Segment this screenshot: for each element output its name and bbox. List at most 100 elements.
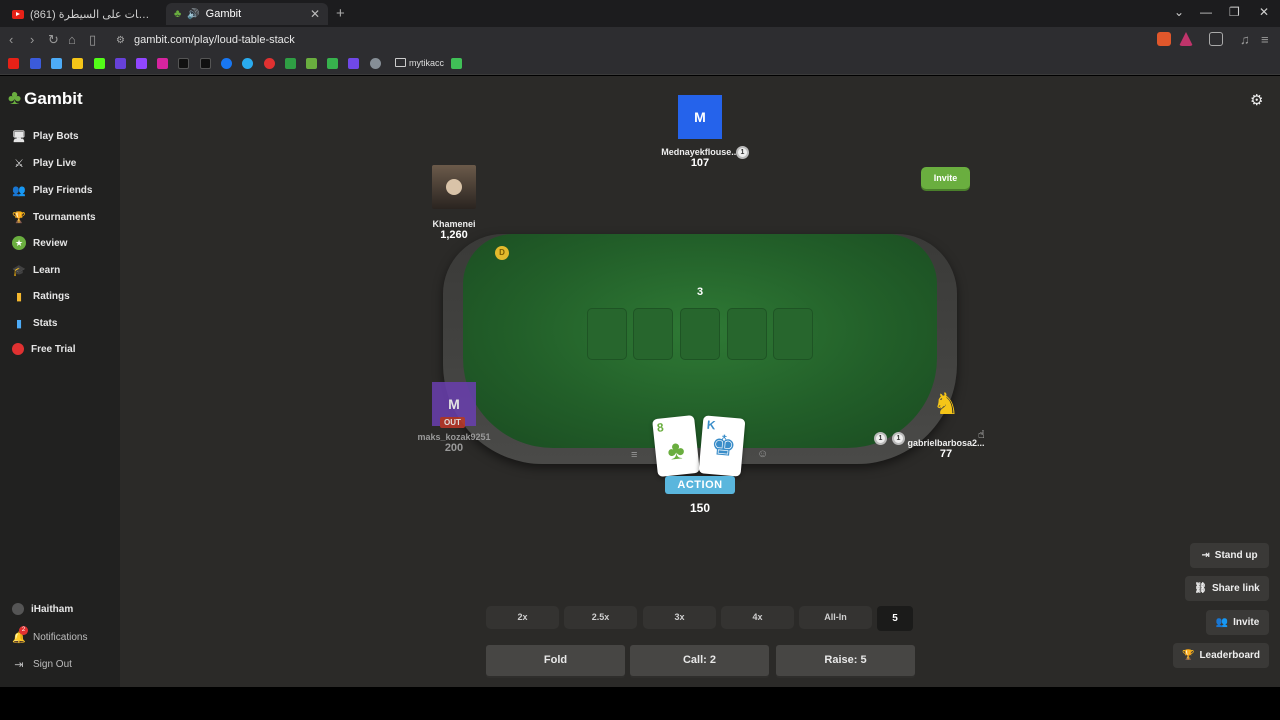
sidebar-toggle-icon[interactable] — [1209, 32, 1223, 46]
avatar-letter: M — [448, 396, 460, 412]
bet-preset-2x[interactable]: 2x — [486, 606, 559, 629]
browser-tab-youtube[interactable]: (861) أكثر حلقة خرجات على السيطرة — [4, 3, 162, 25]
new-tab-button[interactable]: + — [336, 5, 345, 22]
player-stack: 1,260 — [440, 229, 468, 241]
reload-icon[interactable]: ↻ — [48, 32, 59, 48]
bookmark-instagram-icon[interactable] — [157, 58, 168, 69]
bookmark-signal-icon[interactable] — [451, 58, 462, 69]
avatar-letter: M — [694, 109, 706, 125]
bookmark-youtube-icon[interactable] — [8, 58, 19, 69]
sidebar-item-learn[interactable]: 🎓 Learn — [12, 263, 60, 277]
settings-gear-icon[interactable]: ⚙ — [1250, 91, 1263, 109]
home-icon[interactable]: ⌂ — [68, 32, 76, 47]
browser-tab-gambit[interactable]: ♣ 🔊 Gambit ✕ — [166, 3, 328, 25]
brave-rewards-icon[interactable] — [1179, 32, 1193, 46]
minimize-icon[interactable]: — — [1200, 5, 1212, 19]
tab-title: (861) أكثر حلقة خرجات على السيطرة — [30, 8, 154, 21]
sidebar-item-play-friends[interactable]: 👥 Play Friends — [12, 183, 92, 197]
url-field[interactable]: gambit.com/play/loud-table-stack — [134, 34, 295, 46]
close-tab-icon[interactable]: ✕ — [310, 7, 320, 21]
bookmark-folder-label[interactable]: mytikacc — [409, 58, 444, 68]
clover-icon: ♣ — [174, 8, 182, 20]
bookmark-purple-icon[interactable] — [115, 58, 126, 69]
bet-preset-4x[interactable]: 4x — [721, 606, 794, 629]
media-icon[interactable]: ♫ — [1240, 32, 1250, 47]
sidebar-item-play-live[interactable]: ⚔ Play Live — [12, 156, 76, 170]
bookmark-arrow-icon[interactable] — [30, 58, 41, 69]
bet-preset-2-5x[interactable]: 2.5x — [564, 606, 637, 629]
address-bar: ‹ › ↻ ⌂ ▯ ⚙ gambit.com/play/loud-table-s… — [0, 27, 1280, 53]
avatar: M — [678, 95, 722, 139]
sidebar-item-ratings[interactable]: ▮ Ratings — [12, 289, 70, 303]
seat-left-bottom[interactable]: M OUT maks_kozak9251 200 — [409, 382, 499, 454]
sidebar-user[interactable]: iHaitham — [12, 603, 73, 615]
bet-chip-icon: 1 — [892, 432, 905, 445]
maximize-icon[interactable]: ❐ — [1229, 5, 1240, 19]
bet-preset-all-in[interactable]: All-In — [799, 606, 872, 629]
seat-right[interactable]: ♞ gabrielbarbosa2... 77 — [896, 382, 996, 461]
bookmark-globe-icon[interactable] — [370, 58, 381, 69]
sidebar-item-label: Review — [33, 237, 68, 249]
hero-stack: 150 — [689, 501, 711, 515]
invite-seat-button[interactable]: Invite — [921, 167, 970, 189]
bet-preset-3x[interactable]: 3x — [643, 606, 716, 629]
sidebar-signout[interactable]: ⇥ Sign Out — [12, 657, 72, 671]
seat-top[interactable]: M Mednayekflouse... 107 — [650, 95, 750, 169]
bet-amount-input[interactable]: 5 — [877, 606, 913, 631]
fold-button[interactable]: Fold — [486, 645, 625, 676]
bookmark-red-icon[interactable] — [264, 58, 275, 69]
swords-icon: ⚔ — [14, 157, 24, 170]
bookmark-telegram-icon[interactable] — [242, 58, 253, 69]
sidebar-item-play-bots[interactable]: 🖥 Play Bots — [12, 129, 79, 143]
sidebar-item-label: Learn — [33, 264, 61, 276]
site-info-icon[interactable]: ⚙ — [116, 35, 125, 46]
leaderboard-button[interactable]: 🏆 Leaderboard — [1173, 643, 1269, 668]
sidebar-item-label: Free Trial — [31, 343, 76, 355]
bell-icon: 🔔 2 — [12, 626, 28, 644]
bookmark-violet-icon[interactable] — [348, 58, 359, 69]
sidebar-item-label: Stats — [33, 317, 58, 329]
bookmark-icon[interactable]: ▯ — [89, 32, 96, 48]
board-card-slot — [633, 308, 673, 360]
back-icon[interactable]: ‹ — [9, 32, 13, 47]
gambit-app: ♣ Gambit 🖥 Play Bots ⚔ Play Live 👥 Play … — [0, 76, 1280, 687]
bookmarks-bar: mytikacc — [0, 53, 1280, 75]
forward-icon[interactable]: › — [30, 32, 34, 47]
invite-button[interactable]: 👥 Invite — [1206, 610, 1269, 635]
bookmark-facebook-icon[interactable] — [221, 58, 232, 69]
sidebar-item-tournaments[interactable]: 🏆 Tournaments — [12, 210, 95, 224]
sort-icon[interactable]: ≡ — [631, 449, 637, 461]
bookmark-chess-icon[interactable] — [306, 58, 317, 69]
mouse-cursor-icon: ☝ — [978, 429, 985, 441]
trophy-icon: 🏆 — [12, 211, 26, 224]
bookmark-x-icon[interactable] — [200, 58, 211, 69]
club-suit-icon: ♣ — [665, 434, 687, 466]
share-link-button[interactable]: ⛓ Share link — [1185, 576, 1269, 601]
share-link-label: Share link — [1211, 583, 1260, 594]
close-window-icon[interactable]: ✕ — [1259, 5, 1269, 19]
bookmark-tiktok-icon[interactable] — [178, 58, 189, 69]
sidebar-notifications[interactable]: 🔔 2 Notifications — [12, 626, 87, 644]
seat-left-top[interactable]: Khamenei 1,260 — [414, 165, 494, 241]
bookmark-twitch-icon[interactable] — [136, 58, 147, 69]
tab-list-icon[interactable]: ⌄ — [1174, 5, 1184, 19]
bookmark-green-icon[interactable] — [285, 58, 296, 69]
bookmark-yellow-icon[interactable] — [72, 58, 83, 69]
sidebar-item-free-trial[interactable]: Free Trial — [12, 343, 75, 355]
robot-icon: 🖥 — [12, 130, 26, 143]
sidebar-item-review[interactable]: ★ Review — [12, 236, 67, 250]
bookmark-arrow-up-icon[interactable] — [327, 58, 338, 69]
raise-button[interactable]: Raise: 5 — [776, 645, 915, 676]
gambit-logo[interactable]: ♣ Gambit — [8, 87, 83, 110]
bookmark-kick-icon[interactable] — [94, 58, 105, 69]
emoji-icon[interactable]: ☺ — [757, 448, 768, 460]
stand-up-button[interactable]: ⇥ Stand up — [1190, 543, 1269, 568]
board-card-slot — [773, 308, 813, 360]
call-button[interactable]: Call: 2 — [630, 645, 769, 676]
bookmark-sparkle-icon[interactable] — [51, 58, 62, 69]
avatar — [432, 165, 476, 209]
player-stack: 107 — [690, 157, 710, 169]
sidebar-item-stats[interactable]: ▮ Stats — [12, 316, 57, 330]
brave-shield-icon[interactable] — [1157, 32, 1171, 46]
menu-icon[interactable]: ≡ — [1261, 32, 1269, 47]
